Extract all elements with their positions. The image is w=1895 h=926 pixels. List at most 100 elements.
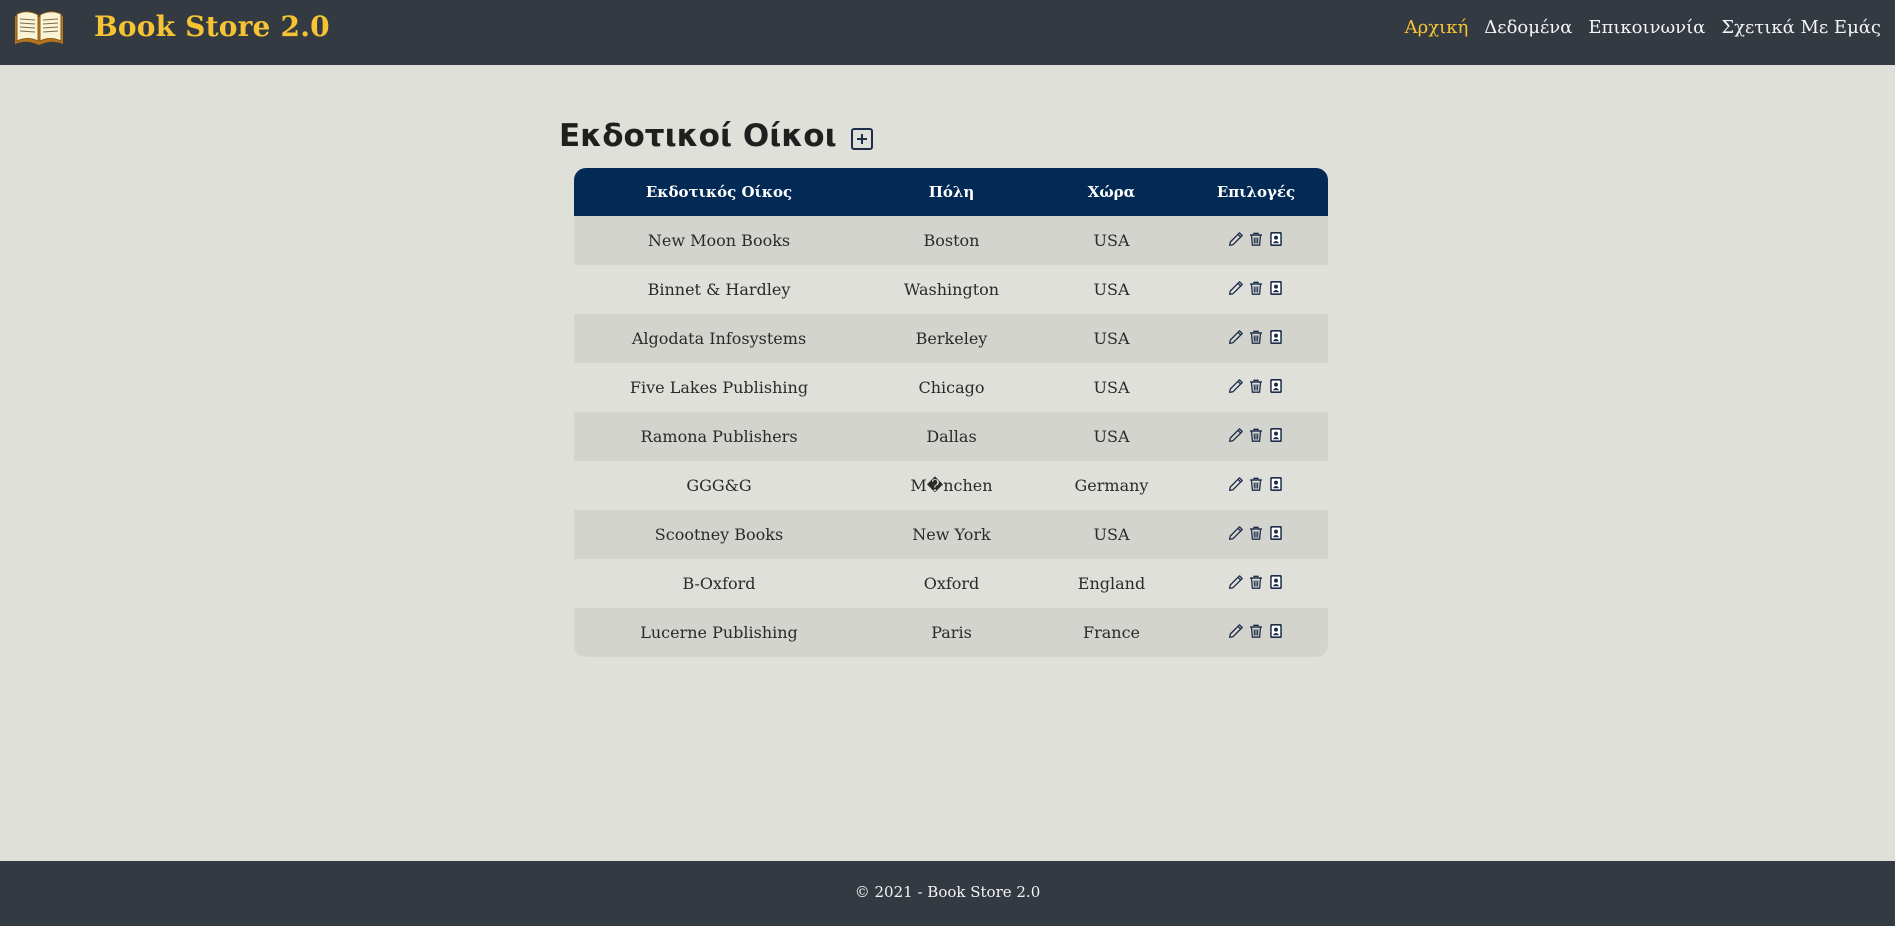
publisher-cell: Ramona Publishers (574, 412, 864, 461)
top-navbar: Book Store 2.0 Αρχική Δεδομένα Επικοινων… (0, 0, 1895, 65)
table-row: Scootney Books New York USA (574, 510, 1328, 559)
country-cell: USA (1039, 216, 1184, 265)
row-actions (1228, 280, 1284, 296)
trash-icon[interactable] (1248, 231, 1264, 247)
open-book-logo-icon[interactable] (13, 8, 65, 48)
trash-icon[interactable] (1248, 525, 1264, 541)
pencil-icon[interactable] (1228, 329, 1244, 345)
contact-card-icon[interactable] (1268, 231, 1284, 247)
pencil-icon[interactable] (1228, 280, 1244, 296)
pencil-icon[interactable] (1228, 623, 1244, 639)
trash-icon[interactable] (1248, 280, 1264, 296)
table-row: Five Lakes Publishing Chicago USA (574, 363, 1328, 412)
row-actions (1228, 476, 1284, 492)
table-header-row: Εκδοτικός Οίκος Πόλη Χώρα Επιλογές (574, 168, 1328, 216)
trash-icon[interactable] (1248, 427, 1264, 443)
pencil-icon[interactable] (1228, 427, 1244, 443)
publisher-cell: B-Oxford (574, 559, 864, 608)
publisher-cell: Scootney Books (574, 510, 864, 559)
nav-link-contact[interactable]: Επικοινωνία (1588, 17, 1705, 38)
country-cell: USA (1039, 412, 1184, 461)
row-actions (1228, 525, 1284, 541)
pencil-icon[interactable] (1228, 476, 1244, 492)
country-cell: Germany (1039, 461, 1184, 510)
city-cell: Paris (864, 608, 1039, 657)
table-row: B-Oxford Oxford England (574, 559, 1328, 608)
row-actions-cell (1184, 216, 1328, 265)
pencil-icon[interactable] (1228, 525, 1244, 541)
main-nav: Αρχική Δεδομένα Επικοινωνία Σχετικά Με Ε… (1405, 17, 1881, 38)
table-row: New Moon Books Boston USA (574, 216, 1328, 265)
row-actions-cell (1184, 412, 1328, 461)
city-cell: Washington (864, 265, 1039, 314)
brand-title[interactable]: Book Store 2.0 (94, 10, 330, 43)
table-row: Ramona Publishers Dallas USA (574, 412, 1328, 461)
country-cell: England (1039, 559, 1184, 608)
city-cell: Boston (864, 216, 1039, 265)
row-actions (1228, 378, 1284, 394)
trash-icon[interactable] (1248, 574, 1264, 590)
column-header-options: Επιλογές (1184, 168, 1328, 216)
pencil-icon[interactable] (1228, 574, 1244, 590)
country-cell: France (1039, 608, 1184, 657)
row-actions-cell (1184, 608, 1328, 657)
publisher-cell: Binnet & Hardley (574, 265, 864, 314)
column-header-publisher: Εκδοτικός Οίκος (574, 168, 864, 216)
country-cell: USA (1039, 363, 1184, 412)
row-actions-cell (1184, 559, 1328, 608)
trash-icon[interactable] (1248, 476, 1264, 492)
trash-icon[interactable] (1248, 329, 1264, 345)
row-actions (1228, 427, 1284, 443)
row-actions-cell (1184, 461, 1328, 510)
row-actions (1228, 574, 1284, 590)
column-header-country: Χώρα (1039, 168, 1184, 216)
pencil-icon[interactable] (1228, 231, 1244, 247)
row-actions-cell (1184, 510, 1328, 559)
nav-link-data[interactable]: Δεδομένα (1484, 17, 1572, 38)
contact-card-icon[interactable] (1268, 623, 1284, 639)
country-cell: USA (1039, 510, 1184, 559)
footer-copyright: © 2021 - Book Store 2.0 (854, 883, 1041, 901)
row-actions (1228, 231, 1284, 247)
publisher-cell: GGG&G (574, 461, 864, 510)
publishers-table-wrapper: Εκδοτικός Οίκος Πόλη Χώρα Επιλογές New M… (574, 168, 1328, 657)
table-row: GGG&G M�nchen Germany (574, 461, 1328, 510)
contact-card-icon[interactable] (1268, 476, 1284, 492)
table-row: Lucerne Publishing Paris France (574, 608, 1328, 657)
row-actions (1228, 329, 1284, 345)
trash-icon[interactable] (1248, 623, 1264, 639)
city-cell: Dallas (864, 412, 1039, 461)
column-header-city: Πόλη (864, 168, 1039, 216)
page-title: Εκδοτικοί Οίκοι (559, 118, 837, 154)
table-row: Algodata Infosystems Berkeley USA (574, 314, 1328, 363)
contact-card-icon[interactable] (1268, 280, 1284, 296)
nav-link-home[interactable]: Αρχική (1405, 17, 1469, 38)
nav-link-about[interactable]: Σχετικά Με Εμάς (1721, 17, 1881, 38)
city-cell: Berkeley (864, 314, 1039, 363)
publisher-cell: Five Lakes Publishing (574, 363, 864, 412)
city-cell: Oxford (864, 559, 1039, 608)
city-cell: New York (864, 510, 1039, 559)
contact-card-icon[interactable] (1268, 427, 1284, 443)
city-cell: M�nchen (864, 461, 1039, 510)
city-cell: Chicago (864, 363, 1039, 412)
pencil-icon[interactable] (1228, 378, 1244, 394)
footer: © 2021 - Book Store 2.0 (0, 861, 1895, 926)
contact-card-icon[interactable] (1268, 525, 1284, 541)
trash-icon[interactable] (1248, 378, 1264, 394)
row-actions-cell (1184, 363, 1328, 412)
contact-card-icon[interactable] (1268, 329, 1284, 345)
page-title-row: Εκδοτικοί Οίκοι (559, 118, 873, 154)
publishers-table: Εκδοτικός Οίκος Πόλη Χώρα Επιλογές New M… (574, 168, 1328, 657)
row-actions-cell (1184, 265, 1328, 314)
contact-card-icon[interactable] (1268, 574, 1284, 590)
add-publisher-button[interactable] (850, 128, 873, 150)
table-body: New Moon Books Boston USA Binnet & Hardley W… (574, 216, 1328, 657)
publisher-cell: Algodata Infosystems (574, 314, 864, 363)
table-row: Binnet & Hardley Washington USA (574, 265, 1328, 314)
country-cell: USA (1039, 265, 1184, 314)
row-actions (1228, 623, 1284, 639)
contact-card-icon[interactable] (1268, 378, 1284, 394)
row-actions-cell (1184, 314, 1328, 363)
publisher-cell: Lucerne Publishing (574, 608, 864, 657)
